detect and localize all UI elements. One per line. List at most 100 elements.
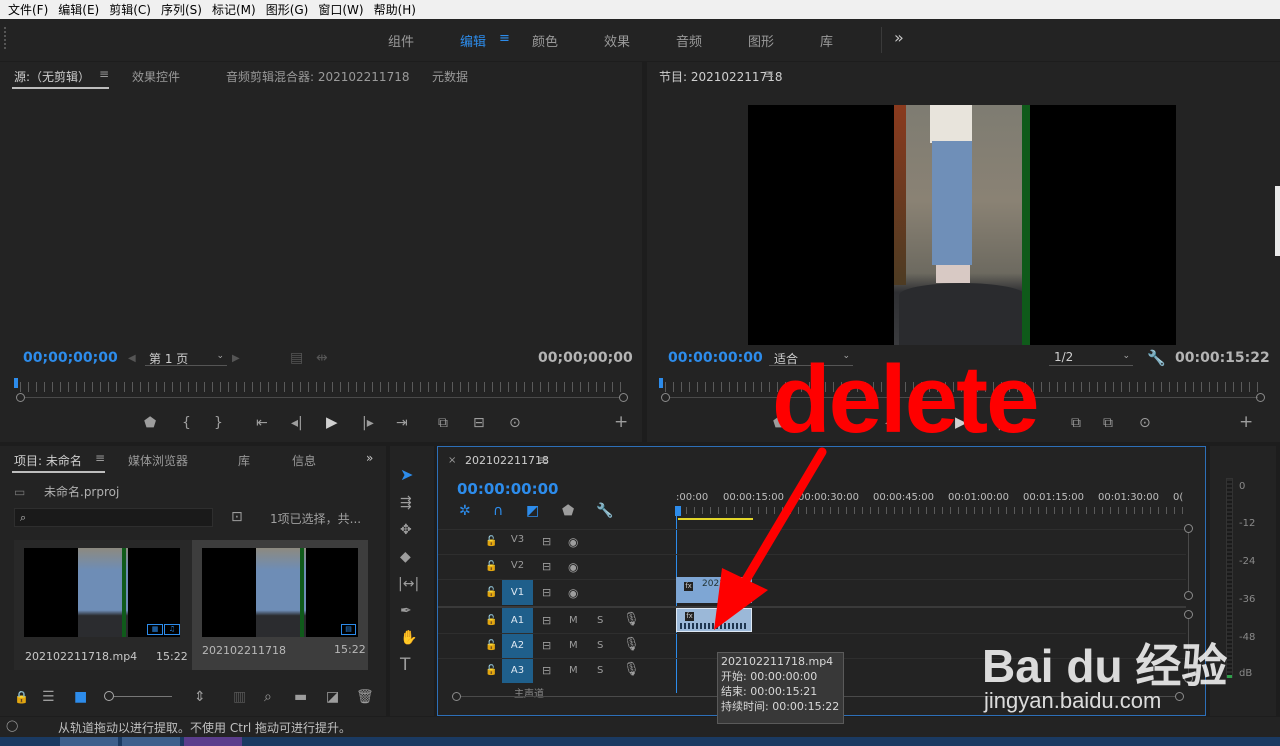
program-playhead[interactable] [659, 378, 663, 388]
workspace-libraries[interactable]: 库 [820, 31, 833, 50]
eye-icon[interactable]: ◉ [568, 560, 578, 574]
taskbar-item[interactable] [122, 737, 180, 746]
go-to-out-icon[interactable]: ⇥ [396, 416, 408, 430]
vscroll-handle[interactable] [1184, 610, 1193, 619]
lock-icon[interactable]: 🔒 [14, 690, 29, 704]
tab-source[interactable]: 源:（无剪辑） [14, 68, 90, 85]
vscroll-bar[interactable] [1188, 533, 1189, 591]
add-marker-icon[interactable]: ⬟ [144, 416, 156, 430]
menu-clip[interactable]: 剪辑(C) [109, 1, 151, 18]
slip-tool-icon[interactable]: |↔| [398, 577, 419, 591]
hand-tool-icon[interactable]: ✋ [400, 631, 417, 645]
timeline-settings-icon[interactable]: 🔧 [596, 504, 613, 518]
workspace-overflow-icon[interactable]: » [894, 28, 904, 47]
sync-lock-icon[interactable]: ⊟ [542, 560, 551, 574]
microphone-icon[interactable]: 🎙 [623, 663, 640, 677]
solo-icon[interactable]: S [597, 614, 603, 628]
step-back-icon[interactable]: ◂| [291, 416, 303, 430]
new-search-bin-icon[interactable]: ⊡ [231, 510, 243, 524]
sequence-tab[interactable]: 202102211718 [465, 454, 549, 467]
extract-icon[interactable]: ⧉ [1103, 416, 1113, 430]
solo-icon[interactable]: S [597, 664, 603, 678]
wrench-icon[interactable]: 🔧 [1147, 351, 1166, 366]
track-target-v1[interactable]: V1 [502, 580, 533, 605]
pen-tool-icon[interactable]: ✒ [400, 604, 412, 618]
menu-edit[interactable]: 编辑(E) [58, 1, 99, 18]
menu-help[interactable]: 帮助(H) [374, 1, 416, 18]
workspace-audio[interactable]: 音频 [676, 31, 702, 50]
sort-icon[interactable]: ⇕ [194, 690, 206, 704]
overwrite-clip-icon[interactable]: ⊟ [473, 416, 485, 430]
source-time-ruler[interactable] [20, 382, 626, 392]
track-target-a3[interactable]: A3 [502, 659, 533, 683]
tab-effect-controls[interactable]: 效果控件 [132, 68, 180, 85]
tab-libraries[interactable]: 库 [238, 452, 250, 469]
add-button-icon[interactable]: + [1239, 414, 1253, 431]
lift-icon[interactable]: ⧉ [1071, 416, 1081, 430]
snap-nest-icon[interactable]: ✲ [459, 504, 471, 518]
play-icon[interactable]: ▶ [326, 415, 338, 430]
hscroll-handle[interactable] [452, 692, 461, 701]
taskbar-item[interactable] [60, 737, 118, 746]
sync-lock-icon[interactable]: ⊟ [542, 664, 551, 678]
timeline-timecode[interactable]: 00:00:00:00 [457, 480, 559, 498]
eye-icon[interactable]: ◉ [568, 586, 578, 600]
export-frame-icon[interactable]: ⊙ [509, 416, 521, 430]
sync-lock-icon[interactable]: ⊟ [542, 639, 551, 653]
panel-menu-icon[interactable]: ≡ [95, 451, 105, 465]
step-forward-icon[interactable]: |▸ [362, 416, 374, 430]
linked-selection-icon[interactable]: ◩ [526, 504, 539, 518]
project-item-card[interactable]: ▦ ♫ 202102211718.mp4 15:22 [14, 540, 192, 670]
track-select-tool-icon[interactable]: ⇶ [400, 496, 412, 510]
sync-lock-icon[interactable]: ⊟ [542, 586, 551, 600]
menu-marker[interactable]: 标记(M) [212, 1, 256, 18]
solo-icon[interactable]: S [597, 639, 603, 653]
trash-icon[interactable]: 🗑 [356, 690, 374, 704]
type-tool-icon[interactable]: T [400, 657, 410, 674]
workspace-assembly[interactable]: 组件 [388, 31, 414, 50]
track-target-a1[interactable]: A1 [502, 608, 533, 633]
zoom-handle-left[interactable] [16, 393, 25, 402]
go-to-in-icon[interactable]: ⇤ [256, 416, 268, 430]
resolution-select[interactable]: 1/2 ⌄ [1049, 349, 1133, 366]
workspace-menu-icon[interactable]: ≡ [499, 31, 510, 46]
zoom-handle-right[interactable] [1256, 393, 1265, 402]
automate-icon[interactable]: ▥ [233, 690, 246, 704]
lock-icon[interactable]: 🔓 [485, 560, 497, 574]
mute-icon[interactable]: M [569, 639, 578, 653]
drag-grip[interactable] [4, 27, 8, 49]
zoom-handle-right[interactable] [619, 393, 628, 402]
source-playhead[interactable] [14, 378, 18, 388]
search-input[interactable]: ⌕ [14, 508, 213, 527]
microphone-icon[interactable]: 🎙 [623, 638, 640, 652]
workspace-color[interactable]: 颜色 [532, 31, 558, 50]
overflow-icon[interactable]: » [366, 451, 373, 465]
razor-tool-icon[interactable]: ◆ [400, 550, 411, 564]
mute-icon[interactable]: M [569, 614, 578, 628]
find-icon[interactable]: ⌕ [264, 690, 272, 704]
vscroll-handle[interactable] [1184, 524, 1193, 533]
eye-icon[interactable]: ◉ [568, 535, 578, 549]
insert-clip-icon[interactable]: ⧉ [438, 416, 448, 430]
track-target-a2[interactable]: A2 [502, 634, 533, 658]
tab-metadata[interactable]: 元数据 [432, 68, 468, 85]
new-bin-icon[interactable]: ▬ [294, 690, 307, 704]
workspace-effects[interactable]: 效果 [604, 31, 630, 50]
workspace-editing[interactable]: 编辑 [460, 31, 486, 50]
menu-graphics[interactable]: 图形(G) [266, 1, 309, 18]
add-marker-icon[interactable]: ⬟ [562, 504, 574, 518]
safe-margins-icon[interactable]: ▤ [290, 351, 303, 365]
lock-icon[interactable]: 🔓 [485, 535, 497, 549]
menu-file[interactable]: 文件(F) [8, 1, 48, 18]
mark-in-icon[interactable]: { [182, 416, 191, 430]
microphone-icon[interactable]: 🎙 [623, 613, 640, 627]
tab-media-browser[interactable]: 媒体浏览器 [128, 452, 188, 469]
tab-info[interactable]: 信息 [292, 452, 316, 469]
export-frame-icon[interactable]: ⊙ [1139, 416, 1151, 430]
new-item-icon[interactable]: ◪ [326, 690, 339, 704]
zoom-slider[interactable] [114, 696, 172, 697]
tab-audio-clip-mixer[interactable]: 音频剪辑混合器: 202102211718 [226, 68, 409, 85]
next-page-icon[interactable]: ▶ [232, 352, 240, 366]
zoom-slider-handle[interactable] [104, 691, 114, 701]
menu-window[interactable]: 窗口(W) [318, 1, 363, 18]
